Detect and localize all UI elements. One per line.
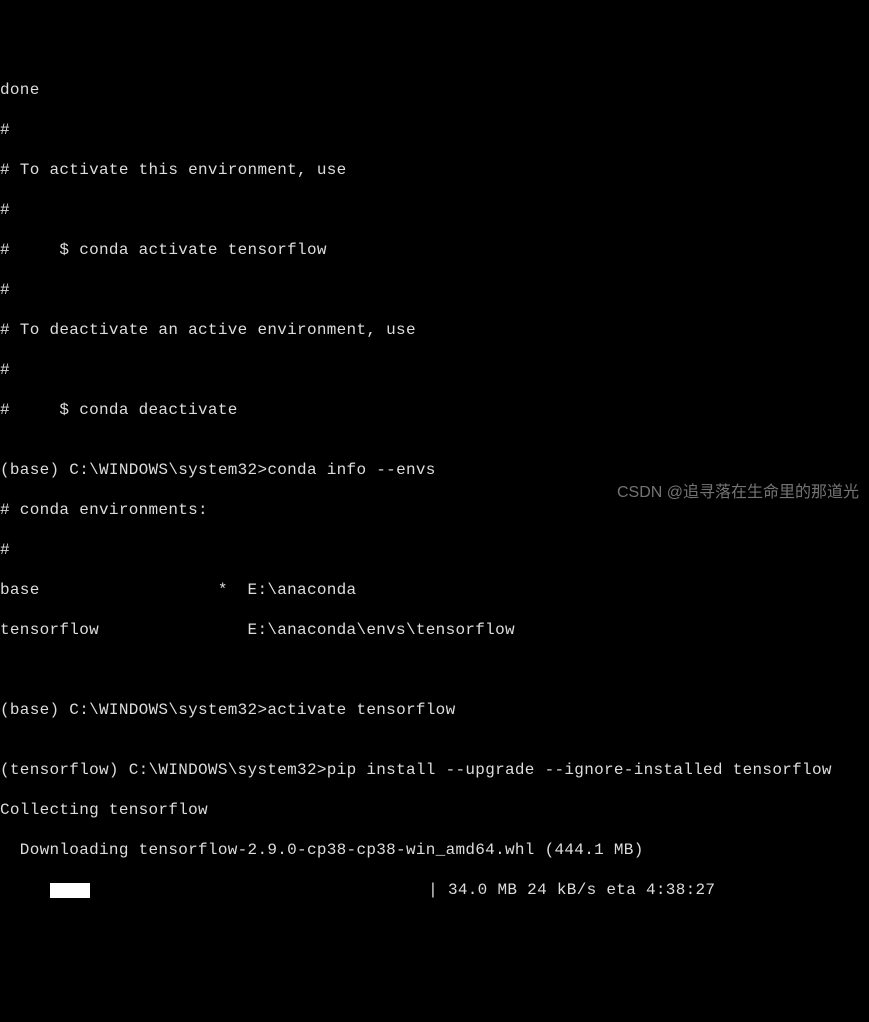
prompt-line[interactable]: (tensorflow) C:\WINDOWS\system32>pip ins…	[0, 760, 869, 780]
prompt-prefix: (base) C:\WINDOWS\system32>	[0, 461, 267, 479]
output-line: done	[0, 80, 869, 100]
output-line: # To activate this environment, use	[0, 160, 869, 180]
output-line: #	[0, 360, 869, 380]
output-line: #	[0, 200, 869, 220]
output-line: # conda environments:	[0, 500, 869, 520]
prompt-command: pip install --upgrade --ignore-installed…	[327, 761, 832, 779]
output-line: # To deactivate an active environment, u…	[0, 320, 869, 340]
output-line: # $ conda activate tensorflow	[0, 240, 869, 260]
output-line: #	[0, 280, 869, 300]
env-row: base * E:\anaconda	[0, 580, 869, 600]
progress-status: | 34.0 MB 24 kB/s eta 4:38:27	[92, 880, 716, 900]
output-line: Downloading tensorflow-2.9.0-cp38-cp38-w…	[0, 840, 869, 860]
env-row: tensorflow E:\anaconda\envs\tensorflow	[0, 620, 869, 640]
prompt-line[interactable]: (base) C:\WINDOWS\system32>conda info --…	[0, 460, 869, 480]
prompt-command: activate tensorflow	[267, 701, 455, 719]
prompt-prefix: (base) C:\WINDOWS\system32>	[0, 701, 267, 719]
output-line: #	[0, 540, 869, 560]
progress-bar-fill	[50, 883, 90, 898]
prompt-line[interactable]: (base) C:\WINDOWS\system32>activate tens…	[0, 700, 869, 720]
prompt-prefix: (tensorflow) C:\WINDOWS\system32>	[0, 761, 327, 779]
prompt-command: conda info --envs	[267, 461, 435, 479]
output-line: Collecting tensorflow	[0, 800, 869, 820]
output-line: # $ conda deactivate	[0, 400, 869, 420]
progress-row: | 34.0 MB 24 kB/s eta 4:38:27	[0, 880, 869, 900]
progress-leading	[0, 880, 50, 900]
watermark: CSDN @追寻落在生命里的那道光	[617, 483, 859, 503]
output-line: #	[0, 120, 869, 140]
